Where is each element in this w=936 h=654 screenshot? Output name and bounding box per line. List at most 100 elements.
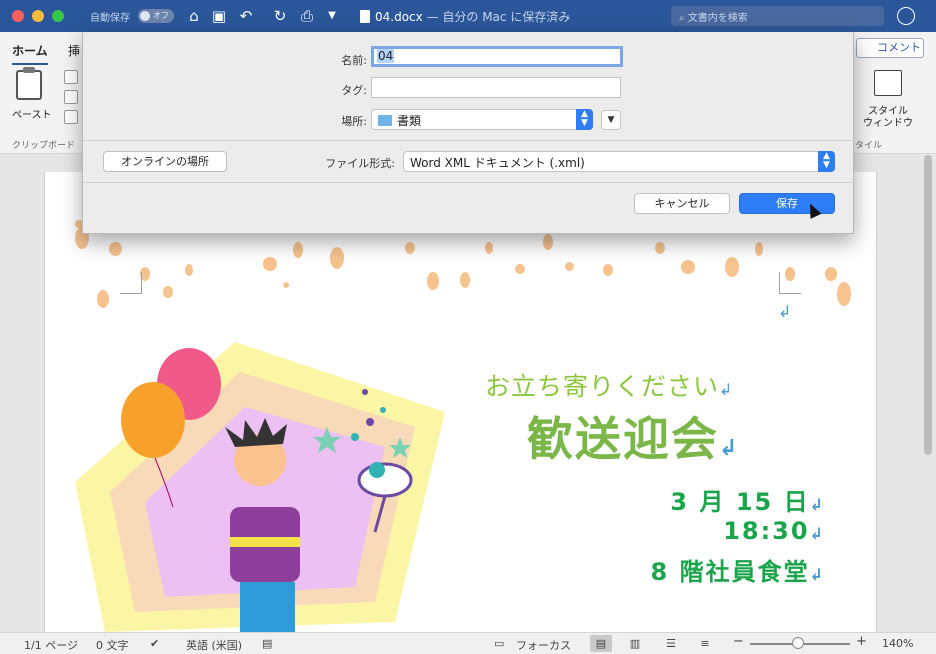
online-locations-button[interactable]: オンラインの場所 (103, 151, 227, 172)
location-select[interactable]: 書類 ▲ ▼ (371, 109, 593, 130)
paragraph-mark: ↲ (809, 565, 825, 584)
file-format-value: Word XML ドキュメント (.xml) (410, 156, 585, 170)
maximize-window-button[interactable] (52, 10, 64, 22)
zoom-percentage[interactable]: 140% (882, 637, 913, 650)
draft-view-button[interactable]: ≡ (694, 635, 716, 652)
search-placeholder: 文書内を検索 (687, 13, 748, 24)
confetti-dot (283, 282, 289, 288)
word-count[interactable]: 0 文字 (96, 637, 129, 653)
divider (83, 182, 855, 183)
tab-home[interactable]: ホーム (12, 42, 48, 65)
print-icon[interactable]: ⎙ (297, 6, 317, 26)
feedback-smiley-icon[interactable] (897, 7, 915, 25)
zoom-in-icon[interactable]: + (856, 634, 867, 649)
cancel-button[interactable]: キャンセル (634, 193, 730, 214)
filename-field[interactable]: 04 (371, 46, 623, 67)
document-page[interactable]: ↲ お立ち寄りください↲ 歓送迎会↲ 3 月 15 日↲ 18:30↲ 8 階社… (44, 172, 877, 632)
location-value: 書類 (397, 114, 422, 128)
format-painter-icon[interactable] (64, 110, 78, 124)
confetti-dot (603, 264, 613, 276)
confetti-dot (405, 242, 415, 254)
paste-icon[interactable] (16, 67, 42, 100)
document-save-status: — 自分の Mac に保存済み (422, 10, 571, 24)
minimize-window-button[interactable] (32, 10, 44, 22)
paragraph-mark: ↲ (719, 380, 734, 399)
expand-dialog-chevron-icon[interactable]: ▼ (601, 110, 621, 130)
outline-view-button[interactable]: ☰ (660, 635, 682, 652)
confetti-dot (427, 272, 439, 290)
autosave-toggle-label: オフ (153, 11, 169, 20)
autosave-label: 自動保存 (90, 13, 130, 24)
paragraph-mark: ↲ (719, 436, 740, 461)
autosave-toggle[interactable]: オフ (138, 9, 174, 23)
folder-icon (378, 115, 392, 126)
paragraph-mark: ↲ (809, 524, 825, 543)
vertical-scrollbar[interactable] (924, 155, 932, 455)
confetti-dot (330, 247, 344, 269)
format-stepper-icon: ▲ ▼ (818, 151, 835, 172)
event-title-text: 歓送迎会 (527, 412, 719, 466)
filename-value: 04 (377, 49, 395, 63)
confetti-dot (755, 242, 763, 256)
balloon-orange (121, 382, 185, 458)
invite-heading: お立ち寄りください↲ (485, 367, 733, 403)
where-label: 場所: (341, 115, 367, 128)
customize-toolbar-icon[interactable]: ▼ (322, 6, 342, 26)
document-icon (360, 10, 370, 23)
drink-bubble (362, 389, 368, 395)
tab-insert[interactable]: 挿 (68, 42, 80, 59)
language[interactable]: 英語 (米国) (186, 637, 242, 653)
clipboard-group-label: クリップボード (12, 141, 76, 151)
paragraph-mark: ↲ (778, 302, 792, 321)
focus-icon[interactable]: ▭ (494, 637, 504, 650)
location-stepper-icon: ▲ ▼ (576, 109, 593, 130)
print-layout-view-button[interactable]: ▤ (590, 635, 612, 652)
file-format-select[interactable]: Word XML ドキュメント (.xml) ▲ ▼ (403, 151, 835, 172)
cut-icon[interactable] (64, 70, 78, 84)
page-count[interactable]: 1/1 ページ (24, 637, 78, 653)
save-button[interactable]: 保存 (739, 193, 835, 214)
save-icon[interactable]: ▣ (209, 6, 229, 26)
divider (83, 140, 855, 141)
confetti-dot (460, 272, 470, 288)
proofing-icon[interactable]: ✔ (150, 637, 159, 650)
comment-button[interactable]: コメント (856, 38, 924, 58)
zoom-slider-knob[interactable] (792, 637, 804, 649)
web-layout-view-button[interactable]: ▥ (624, 635, 646, 652)
person-pants (240, 582, 295, 632)
crop-mark-right (779, 272, 801, 294)
zoom-out-icon[interactable]: − (733, 634, 744, 649)
tags-field[interactable] (371, 77, 621, 98)
paste-label[interactable]: ペースト (12, 106, 52, 121)
copy-icon[interactable] (64, 90, 78, 104)
close-window-button[interactable] (12, 10, 24, 22)
tags-label: タグ: (341, 84, 367, 97)
confetti-dot (655, 242, 665, 254)
undo-icon[interactable]: ↶ (236, 6, 256, 26)
home-icon[interactable]: ⌂ (184, 6, 204, 26)
drink-glass (357, 462, 413, 498)
name-label: 名前: (341, 54, 367, 67)
drink-bubble (369, 462, 385, 478)
confetti-dot (185, 264, 193, 276)
event-date-text: 3 月 15 日 (670, 488, 810, 516)
invite-text: お立ち寄りください (485, 372, 720, 401)
confetti-dot (543, 234, 553, 250)
shirt-stripe (230, 537, 300, 547)
party-illustration (75, 342, 445, 632)
event-title: 歓送迎会↲ (527, 403, 739, 469)
search-box[interactable]: ⌕ 文書内を検索 (671, 6, 884, 26)
event-place-text: 8 階社員食堂 (650, 558, 810, 586)
track-changes-icon[interactable]: ▤ (262, 637, 272, 650)
event-time-text: 18:30 (723, 517, 810, 545)
confetti-dot (725, 257, 739, 277)
crop-mark-left (120, 272, 142, 294)
confetti-dot (515, 264, 525, 274)
focus-mode-label[interactable]: フォーカス (516, 637, 571, 653)
redo-icon[interactable]: ↻ (270, 6, 290, 26)
style-pane-label[interactable]: スタイル ウィンドウ (862, 106, 914, 130)
confetti-dot (565, 262, 574, 271)
style-pane-icon[interactable] (874, 70, 902, 96)
document-title: 04.docx — 自分の Mac に保存済み (360, 8, 570, 25)
event-date: 3 月 15 日↲ (665, 482, 825, 517)
